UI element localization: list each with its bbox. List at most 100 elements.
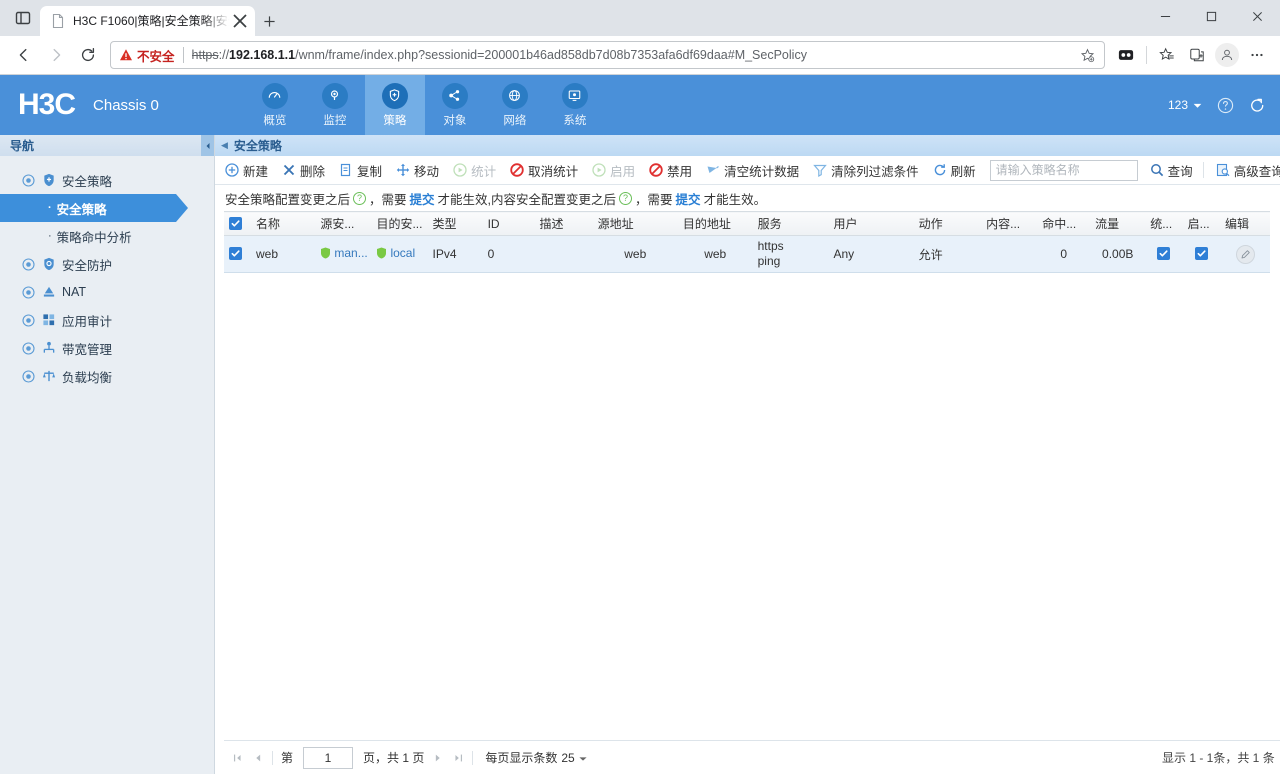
sidebar-collapse-icon[interactable] (201, 135, 214, 156)
tab-search-icon[interactable] (6, 0, 40, 36)
pencil-icon[interactable] (1235, 244, 1255, 264)
enable-button[interactable]: 启用 (592, 161, 635, 180)
address-bar[interactable]: 不安全 https://192.168.1.1/wnm/frame/index.… (110, 41, 1105, 69)
column-header-content[interactable]: 内容... (981, 211, 1038, 236)
cancel-statistics-button[interactable]: 取消统计 (510, 161, 578, 180)
close-icon[interactable] (231, 12, 249, 30)
column-header-dst-addr[interactable]: 目的地址 (677, 211, 753, 236)
column-header-user[interactable]: 用户 (828, 211, 914, 236)
cell-dst-addr[interactable]: web (677, 235, 753, 273)
sidebar-item-policy-hit-analysis[interactable]: · 策略命中分析 (0, 222, 214, 250)
column-header-stats[interactable]: 统... (1145, 211, 1183, 236)
column-header-enabled[interactable]: 启... (1182, 211, 1220, 236)
cell-hits[interactable]: 0 (1037, 235, 1091, 273)
topnav-item-network[interactable]: 网络 (485, 75, 545, 135)
first-page-icon[interactable] (228, 748, 248, 768)
topnav-item-system[interactable]: 系统 (545, 75, 605, 135)
collections-icon[interactable] (1182, 40, 1212, 70)
column-header-action[interactable]: 动作 (913, 211, 982, 236)
maximize-icon[interactable] (1188, 0, 1234, 32)
refresh-button[interactable]: 刷新 (933, 161, 976, 180)
sidebar-item-nat[interactable]: NAT (0, 278, 214, 306)
clear-statistics-button[interactable]: 清空统计数据 (706, 161, 799, 180)
browser-tab[interactable]: H3C F1060|策略|安全策略|安全策 (40, 6, 255, 36)
cell-traffic[interactable]: 0.00B (1090, 235, 1146, 273)
column-header-edit[interactable]: 编辑 (1220, 211, 1270, 236)
favorites-icon[interactable] (1152, 40, 1182, 70)
help-hint-icon[interactable]: ? (353, 191, 367, 205)
move-button[interactable]: 移动 (396, 161, 439, 180)
submit-link-2[interactable]: 提交 (676, 189, 701, 208)
config-notice: 安全策略配置变更之后 ? ，需要 提交 才能生效,内容安全配置变更之后 ? ，需… (215, 185, 1280, 211)
search-input[interactable] (989, 159, 1138, 181)
logout-icon[interactable] (1248, 96, 1266, 114)
delete-button[interactable]: 删除 (282, 161, 325, 180)
new-button[interactable]: 新建 (225, 161, 268, 180)
row-checkbox[interactable] (229, 247, 242, 260)
sidebar-item-security-protection[interactable]: 安全防护 (0, 250, 214, 278)
add-favorite-icon[interactable] (1076, 48, 1098, 63)
expand-expander-icon[interactable] (22, 341, 35, 355)
enabled-checkbox[interactable] (1194, 247, 1208, 260)
column-header-type[interactable]: 类型 (427, 211, 483, 236)
column-header-dst-zone[interactable]: 目的安... (371, 211, 428, 236)
topnav-item-object[interactable]: 对象 (425, 75, 485, 135)
column-header-src-zone[interactable]: 源安... (315, 211, 372, 236)
dst-zone-label[interactable]: local (390, 246, 415, 260)
chevron-left-icon[interactable]: ◀ (221, 140, 228, 151)
prev-page-icon[interactable] (248, 748, 268, 768)
sidebar-item-app-audit[interactable]: 应用审计 (0, 306, 214, 334)
stats-checkbox[interactable] (1157, 247, 1171, 260)
minimize-icon[interactable] (1142, 0, 1188, 32)
expand-expander-icon[interactable] (22, 369, 35, 383)
last-page-icon[interactable] (448, 748, 468, 768)
topnav-item-policy[interactable]: 策略 (364, 75, 425, 135)
expand-expander-icon[interactable] (22, 257, 35, 271)
help-hint-icon[interactable]: ? (619, 191, 633, 205)
page-number-input[interactable] (303, 746, 354, 769)
pagination-summary: 显示 1 - 1条，共 1 条 (1162, 751, 1275, 765)
back-button[interactable] (8, 39, 40, 71)
topnav-item-monitor[interactable]: 监控 (305, 75, 365, 135)
sidebar-item-security-policy-leaf[interactable]: · 安全策略 (0, 194, 188, 222)
submit-link-1[interactable]: 提交 (410, 189, 435, 208)
split-screen-icon[interactable] (1111, 40, 1141, 70)
sidebar-item-load-balance[interactable]: 负载均衡 (0, 362, 214, 390)
table-row[interactable]: web man... local IPv4 0 web web https pi… (224, 235, 1270, 273)
select-all-checkbox[interactable] (229, 216, 242, 230)
page-size-selector[interactable]: 每页显示条数 25 (485, 749, 587, 766)
row-select-cell (224, 235, 251, 273)
column-header-src-addr[interactable]: 源地址 (592, 211, 678, 236)
user-menu[interactable]: 123 (1168, 98, 1202, 112)
collapse-expander-icon[interactable] (22, 173, 35, 187)
column-header-traffic[interactable]: 流量 (1090, 211, 1146, 236)
expand-expander-icon[interactable] (22, 285, 35, 299)
h3c-web-app: H3C Chassis 0 概览 监控 策略 对象 网络 系统 123 导航 安… (0, 75, 1280, 774)
sidebar-item-security-policy[interactable]: 安全策略 (0, 166, 214, 194)
column-header-name[interactable]: 名称 (251, 211, 316, 236)
copy-button[interactable]: 复制 (339, 161, 382, 180)
statistics-button[interactable]: 统计 (453, 161, 496, 180)
clear-column-filters-button[interactable]: 清除列过滤条件 (813, 161, 919, 180)
column-header-hits[interactable]: 命中... (1037, 211, 1091, 236)
next-page-icon[interactable] (428, 748, 448, 768)
reload-button[interactable] (72, 39, 104, 71)
more-options-icon[interactable] (1242, 40, 1272, 70)
cell-src-addr[interactable]: web (592, 235, 678, 273)
help-icon[interactable] (1216, 96, 1234, 114)
advanced-query-button[interactable]: 高级查询 (1216, 161, 1280, 180)
column-header-desc[interactable]: 描述 (534, 211, 593, 236)
plus-circle-icon (225, 163, 239, 177)
new-tab-icon[interactable] (255, 6, 283, 36)
forward-button[interactable] (40, 39, 72, 71)
window-close-icon[interactable] (1234, 0, 1280, 32)
column-header-id[interactable]: ID (482, 211, 535, 236)
src-zone-label[interactable]: man... (334, 246, 367, 260)
column-header-service[interactable]: 服务 (752, 211, 829, 236)
expand-expander-icon[interactable] (22, 313, 35, 327)
sidebar-item-bandwidth[interactable]: 带宽管理 (0, 334, 214, 362)
disable-button[interactable]: 禁用 (649, 161, 692, 180)
query-button[interactable]: 查询 (1150, 161, 1193, 180)
topnav-item-overview[interactable]: 概览 (245, 75, 305, 135)
profile-button[interactable] (1212, 40, 1242, 70)
